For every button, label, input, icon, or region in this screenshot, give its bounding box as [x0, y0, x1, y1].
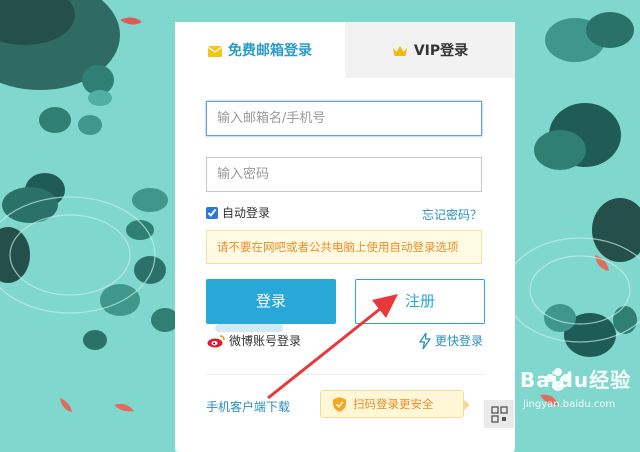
register-button[interactable]: 注册 [355, 279, 485, 324]
auto-login-option[interactable]: 自动登录 [206, 204, 270, 221]
login-button[interactable]: 登录 [206, 279, 336, 324]
weibo-login-link[interactable]: 微博账号登录 [207, 332, 301, 349]
lightning-icon [419, 332, 431, 349]
weibo-login-label: 微博账号登录 [229, 334, 302, 348]
watermark-url: jingyan.baidu.com [523, 399, 616, 410]
scan-tip-label: 扫码登录更安全 [353, 397, 434, 411]
mobile-client-download-link[interactable]: 手机客户端下载 [206, 398, 290, 415]
scan-login-tip: 扫码登录更安全 [320, 390, 470, 418]
tab-vip-login[interactable]: VIP登录 [345, 22, 515, 78]
auto-login-label: 自动登录 [222, 206, 271, 220]
tab-email-login[interactable]: 免费邮箱登录 [175, 22, 345, 78]
watermark-brand: Baidu经验 [520, 368, 632, 392]
shield-icon [333, 397, 346, 412]
weibo-icon [207, 334, 225, 347]
crown-icon [392, 46, 407, 56]
divider [206, 374, 484, 375]
tab-email-label: 免费邮箱登录 [228, 43, 312, 59]
login-panel: 免费邮箱登录 VIP登录 自动登录 忘记密码？ 请不要在网吧或者公共电脑上使用自… [175, 22, 515, 452]
auto-login-checkbox[interactable] [206, 206, 218, 219]
fast-login-link[interactable]: 更快登录 [419, 332, 483, 349]
password-input[interactable] [206, 157, 482, 192]
fast-login-label: 更快登录 [434, 334, 483, 348]
auto-login-warning: 请不要在网吧或者公共电脑上使用自动登录选项 [206, 230, 482, 264]
tab-vip-label: VIP登录 [413, 43, 469, 59]
login-tabs: 免费邮箱登录 VIP登录 [175, 22, 515, 78]
forgot-password-link[interactable]: 忘记密码？ [422, 206, 482, 223]
envelope-icon [208, 45, 222, 57]
blurred-overlay [215, 324, 283, 332]
email-input[interactable] [206, 101, 482, 136]
